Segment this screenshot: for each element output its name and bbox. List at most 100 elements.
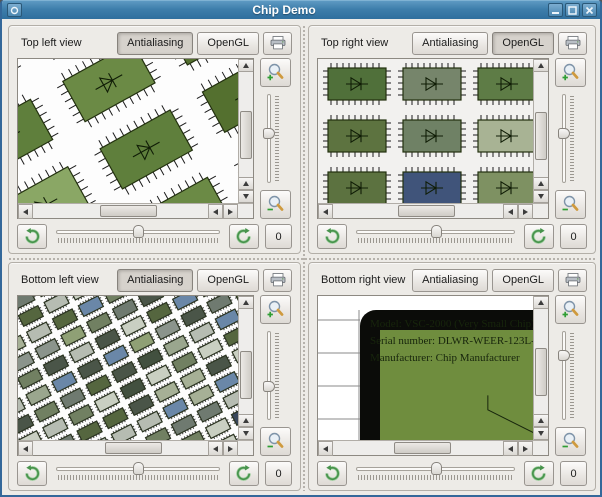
zoom-out-button[interactable] (554, 190, 586, 219)
opengl-button[interactable]: OpenGL (492, 268, 554, 292)
graphics-view[interactable] (18, 59, 238, 203)
vertical-splitter-handle[interactable] (301, 25, 308, 491)
rotate-left-button[interactable] (17, 224, 47, 249)
rotate-slider[interactable] (354, 460, 517, 487)
rotate-right-button[interactable] (524, 224, 554, 249)
reset-button[interactable]: 0 (560, 461, 587, 486)
zoom-slider[interactable] (258, 329, 292, 422)
rotate-slider-handle[interactable] (430, 225, 442, 238)
zoom-in-button[interactable] (259, 295, 291, 324)
scroll-left-button[interactable] (18, 441, 33, 456)
minimize-button[interactable] (548, 3, 563, 17)
scroll-down-button[interactable] (534, 427, 548, 440)
zoom-slider-handle[interactable] (263, 380, 275, 392)
scroll-up-button[interactable] (239, 59, 253, 72)
rotate-slider[interactable] (354, 223, 517, 250)
print-button[interactable] (558, 268, 587, 292)
rotate-left-button[interactable] (317, 224, 347, 249)
zoom-slider[interactable] (258, 92, 292, 185)
zoom-slider[interactable] (553, 92, 587, 185)
rotate-slider-handle[interactable] (430, 462, 442, 475)
horizontal-scroll-track[interactable] (333, 204, 503, 218)
rotate-slider-handle[interactable] (133, 462, 144, 475)
vertical-scroll-thumb[interactable] (240, 110, 252, 159)
horizontal-scrollbar[interactable] (318, 203, 548, 219)
scroll-right-button[interactable] (223, 441, 238, 456)
vertical-scroll-thumb[interactable] (240, 351, 252, 399)
vertical-scrollbar[interactable] (533, 296, 548, 440)
print-button[interactable] (558, 31, 587, 55)
zoom-in-button[interactable] (259, 58, 291, 87)
zoom-slider-handle[interactable] (558, 350, 570, 362)
horizontal-scrollbar[interactable] (318, 440, 548, 456)
scroll-down-button[interactable] (534, 190, 548, 203)
scroll-left-button[interactable] (18, 204, 33, 219)
scroll-right-button[interactable] (223, 204, 238, 219)
maximize-button[interactable] (565, 3, 580, 17)
antialiasing-button[interactable]: Antialiasing (117, 268, 194, 292)
print-button[interactable] (263, 268, 292, 292)
scroll-right-button[interactable] (518, 204, 533, 219)
titlebar[interactable]: Chip Demo (2, 0, 600, 19)
horizontal-scrollbar[interactable] (18, 440, 253, 456)
scroll-left-button[interactable] (318, 204, 333, 219)
opengl-button[interactable]: OpenGL (197, 31, 259, 55)
rotate-right-button[interactable] (229, 224, 259, 249)
graphics-view[interactable] (318, 59, 533, 203)
antialiasing-button[interactable]: Antialiasing (117, 31, 194, 55)
vertical-scroll-track[interactable] (534, 72, 548, 177)
scroll-left-button-2[interactable] (503, 204, 518, 219)
zoom-slider-handle[interactable] (558, 127, 570, 139)
scroll-up-button[interactable] (534, 296, 548, 309)
vertical-scroll-thumb[interactable] (535, 347, 547, 396)
reset-button[interactable]: 0 (265, 224, 292, 249)
scroll-down-button[interactable] (239, 190, 253, 203)
scroll-left-button-2[interactable] (208, 204, 223, 219)
zoom-slider[interactable] (553, 329, 587, 422)
scroll-up-button-2[interactable] (239, 177, 253, 190)
horizontal-scroll-thumb[interactable] (104, 442, 162, 454)
vertical-scroll-track[interactable] (239, 72, 253, 177)
scroll-left-button-2[interactable] (208, 441, 223, 456)
scroll-up-button-2[interactable] (239, 414, 253, 427)
zoom-out-button[interactable] (259, 190, 291, 219)
print-button[interactable] (263, 31, 292, 55)
rotate-slider-handle[interactable] (133, 225, 144, 238)
antialiasing-button[interactable]: Antialiasing (412, 268, 489, 292)
scroll-up-button-2[interactable] (534, 177, 548, 190)
vertical-scroll-track[interactable] (534, 309, 548, 414)
antialiasing-button[interactable]: Antialiasing (412, 31, 489, 55)
horizontal-scroll-thumb[interactable] (397, 205, 455, 217)
rotate-left-button[interactable] (317, 461, 347, 486)
horizontal-scroll-thumb[interactable] (99, 205, 157, 217)
reset-button[interactable]: 0 (265, 461, 292, 486)
zoom-in-button[interactable] (554, 58, 586, 87)
graphics-view[interactable] (18, 296, 238, 440)
rotate-slider[interactable] (54, 223, 222, 250)
horizontal-scroll-thumb[interactable] (394, 442, 452, 454)
zoom-out-button[interactable] (554, 427, 586, 456)
scroll-up-button-2[interactable] (534, 414, 548, 427)
opengl-button[interactable]: OpenGL (492, 31, 554, 55)
zoom-in-button[interactable] (554, 295, 586, 324)
horizontal-scroll-track[interactable] (33, 441, 208, 455)
horizontal-scroll-track[interactable] (333, 441, 503, 455)
scroll-left-button-2[interactable] (503, 441, 518, 456)
graphics-view[interactable]: Model: VSC-2000 (Very Small Chip) at 9Se… (318, 296, 533, 440)
vertical-scrollbar[interactable] (238, 296, 253, 440)
zoom-slider-handle[interactable] (263, 127, 275, 139)
rotate-slider[interactable] (54, 460, 222, 487)
opengl-button[interactable]: OpenGL (197, 268, 259, 292)
scroll-right-button[interactable] (518, 441, 533, 456)
vertical-scrollbar[interactable] (533, 59, 548, 203)
vertical-scrollbar[interactable] (238, 59, 253, 203)
scroll-up-button[interactable] (534, 59, 548, 72)
scroll-left-button[interactable] (318, 441, 333, 456)
window-menu-button[interactable] (7, 3, 22, 17)
vertical-scroll-track[interactable] (239, 309, 253, 414)
horizontal-scroll-track[interactable] (33, 204, 208, 218)
zoom-out-button[interactable] (259, 427, 291, 456)
close-button[interactable] (582, 3, 597, 17)
rotate-right-button[interactable] (229, 461, 259, 486)
scroll-down-button[interactable] (239, 427, 253, 440)
